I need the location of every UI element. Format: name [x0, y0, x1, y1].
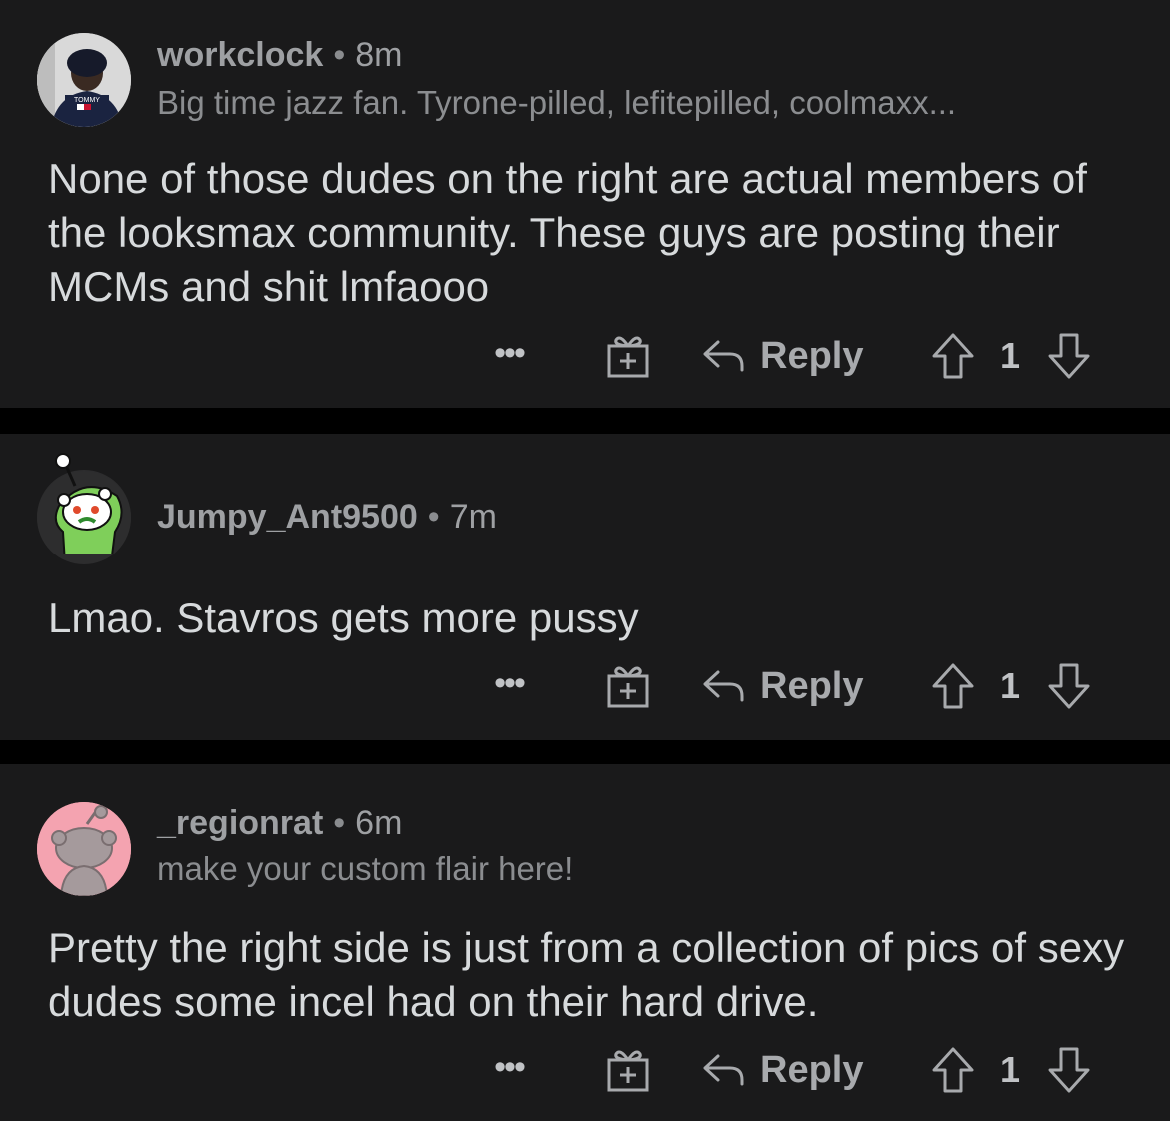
timestamp: 7m — [449, 498, 497, 536]
comment-header: Jumpy_Ant9500 • 7m — [157, 498, 497, 537]
more-icon[interactable]: ••• — [486, 1040, 532, 1100]
comment-card: Jumpy_Ant9500 • 7m Lmao. Stavros gets more… — [0, 434, 1170, 740]
comment-header: workclock • 8m — [157, 36, 402, 75]
upvote-icon[interactable] — [930, 662, 976, 710]
svg-text:TOMMY: TOMMY — [74, 97, 100, 104]
timestamp: 8m — [355, 36, 403, 74]
comment-actions: ••• Reply 1 — [0, 326, 1170, 386]
user-flair: make your custom flair here! — [157, 850, 574, 887]
downvote-icon[interactable] — [1046, 662, 1092, 710]
vote-score: 1 — [1000, 335, 1021, 376]
separator: • — [427, 498, 440, 536]
comment-header: _regionrat • 6m — [157, 804, 402, 843]
user-flair: Big time jazz fan. Tyrone-pilled, lefite… — [157, 84, 957, 121]
reply-arrow-icon — [703, 340, 744, 372]
separator: • — [333, 36, 346, 74]
downvote-icon[interactable] — [1046, 332, 1092, 380]
avatar[interactable] — [37, 802, 131, 896]
comment-card: TOMMY workclock • 8m Big time jazz fan. Ty… — [0, 0, 1170, 408]
gift-icon[interactable] — [604, 662, 652, 710]
reply-arrow-icon — [703, 670, 744, 702]
avatar-image — [37, 453, 131, 554]
separator: • — [333, 804, 346, 842]
username[interactable]: workclock — [157, 36, 323, 74]
avatar-image: TOMMY — [37, 33, 131, 127]
upvote-icon[interactable] — [930, 332, 976, 380]
vote-score: 1 — [1000, 1049, 1021, 1090]
reply-label: Reply — [760, 334, 864, 377]
avatar[interactable] — [37, 453, 131, 564]
comment-body: Pretty the right side is just from a col… — [48, 924, 1125, 1025]
gift-icon[interactable] — [604, 332, 652, 380]
comment-actions: ••• Reply 1 — [0, 1040, 1170, 1100]
comment-card: _regionrat • 6m make your custom flair her… — [0, 764, 1170, 1121]
username[interactable]: Jumpy_Ant9500 — [157, 498, 418, 536]
reply-button[interactable]: Reply — [702, 1040, 863, 1100]
reply-button[interactable]: Reply — [702, 656, 863, 716]
vote-score: 1 — [1000, 665, 1021, 706]
gift-icon[interactable] — [604, 1046, 652, 1094]
reply-button[interactable]: Reply — [702, 326, 863, 386]
more-icon[interactable]: ••• — [486, 656, 532, 716]
reply-label: Reply — [760, 664, 864, 707]
avatar-image — [37, 802, 131, 896]
avatar[interactable]: TOMMY — [37, 33, 131, 127]
more-icon[interactable]: ••• — [486, 326, 532, 386]
comment-actions: ••• Reply 1 — [0, 656, 1170, 716]
upvote-icon[interactable] — [930, 1046, 976, 1094]
username[interactable]: _regionrat — [157, 804, 323, 842]
comment-body: None of those dudes on the right are act… — [48, 155, 1087, 310]
timestamp: 6m — [355, 804, 403, 842]
reply-label: Reply — [760, 1048, 864, 1091]
comment-body: Lmao. Stavros gets more pussy — [48, 594, 639, 641]
downvote-icon[interactable] — [1046, 1046, 1092, 1094]
reply-arrow-icon — [703, 1054, 744, 1086]
